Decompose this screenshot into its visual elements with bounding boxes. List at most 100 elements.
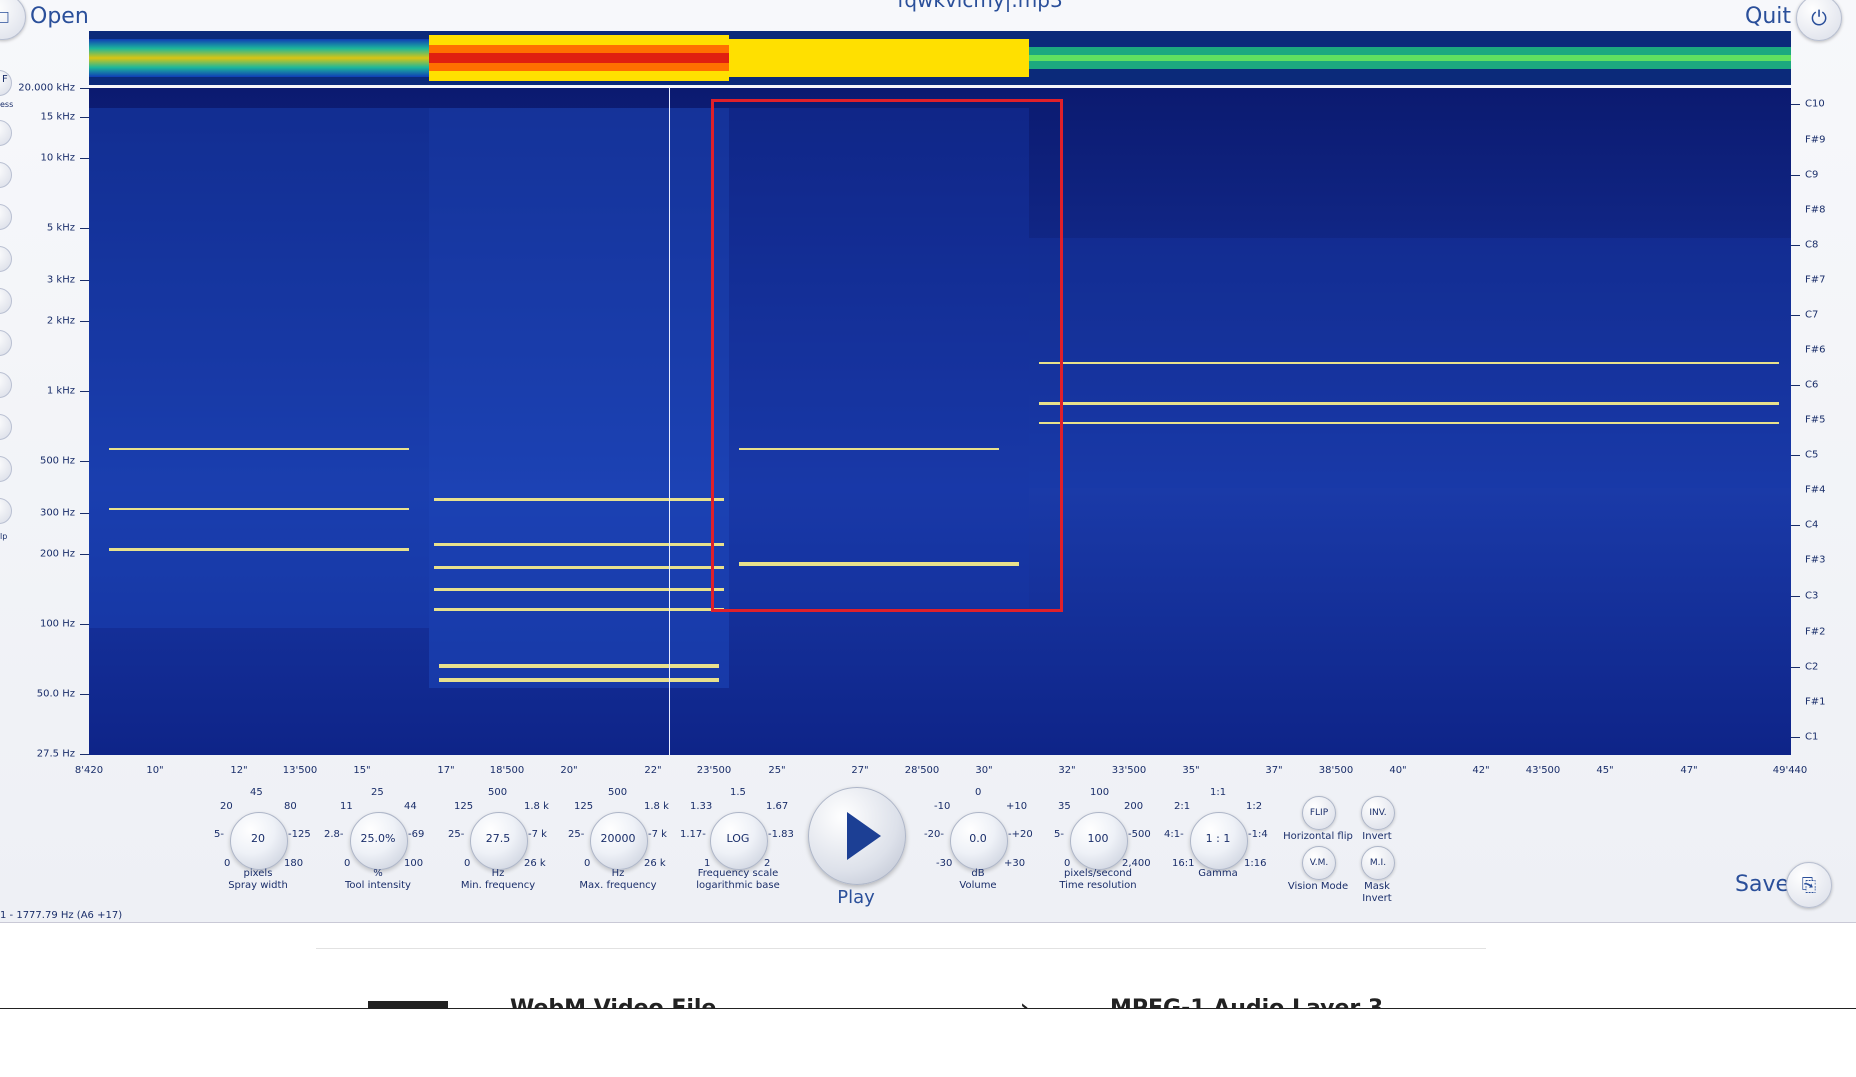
y-label: 15 kHz xyxy=(40,111,75,123)
x-label: 32" xyxy=(1058,765,1076,776)
tool-icon[interactable] xyxy=(0,414,12,440)
note-label: C5 xyxy=(1805,449,1819,461)
knob-mark: 25 xyxy=(371,787,384,798)
y-tick xyxy=(80,624,89,625)
knob-mark: -125 xyxy=(288,829,311,840)
x-label: 49'440 xyxy=(1772,765,1808,776)
horizontal-flip-button[interactable]: FLIP xyxy=(1302,796,1336,830)
y-tick xyxy=(80,280,89,281)
knob-mark: 1:1 xyxy=(1210,787,1227,798)
knob-name: Time resolution xyxy=(1059,880,1137,891)
note-label: F#8 xyxy=(1805,204,1826,216)
playhead-cursor[interactable] xyxy=(669,88,670,755)
x-label: 13'500 xyxy=(282,765,318,776)
knob-mark: 125 xyxy=(454,801,474,812)
quit-label[interactable]: Quit xyxy=(1745,4,1791,29)
note-tick xyxy=(1791,175,1800,176)
vision-mode-button[interactable]: V.M. xyxy=(1302,846,1336,880)
tool-icon[interactable] xyxy=(0,288,12,314)
mask-invert-button[interactable]: M.I. xyxy=(1361,846,1395,880)
y-label: 1 kHz xyxy=(46,385,75,397)
log-base-knob[interactable]: 1.33 1.5 1.67 1.17- -1.83 1 2 LOG Freque… xyxy=(678,787,798,907)
tool-intensity-knob[interactable]: 11 25 44 2.8- -69 0 100 25.0% % Tool int… xyxy=(318,787,438,907)
note-label: F#6 xyxy=(1805,344,1826,356)
note-label: C9 xyxy=(1805,169,1819,181)
note-label: C1 xyxy=(1805,731,1819,743)
knob-value: 0.0 xyxy=(969,832,987,845)
y-tick xyxy=(80,554,89,555)
y-tick xyxy=(80,754,89,755)
knob-name: logarithmic base xyxy=(696,880,780,891)
note-label: C4 xyxy=(1805,519,1819,531)
knob-mark: 20 xyxy=(220,801,233,812)
note-label: F#5 xyxy=(1805,414,1826,426)
note-tick xyxy=(1791,667,1800,668)
open-label[interactable]: Open xyxy=(30,4,89,29)
y-label: 10 kHz xyxy=(40,152,75,164)
time-resolution-knob[interactable]: 35 100 200 5- -500 0 2,400 100 pixels/se… xyxy=(1038,787,1158,907)
arrow-icon: › xyxy=(1020,996,1029,1008)
y-label: 100 Hz xyxy=(39,618,75,630)
tool-icon[interactable] xyxy=(0,246,12,272)
knob-mark: 35 xyxy=(1058,801,1071,812)
horizontal-flip-caption: Horizontal flip xyxy=(1283,831,1353,842)
tool-icon[interactable] xyxy=(0,204,12,230)
file-icon xyxy=(368,1001,448,1008)
y-tick xyxy=(80,461,89,462)
volume-knob[interactable]: -10 0 +10 -20- -+20 -30 +30 0.0 dB Volum… xyxy=(918,787,1038,907)
max-frequency-knob[interactable]: 125 500 1.8 k 25- -7 k 0 26 k 20000 Hz M… xyxy=(558,787,678,907)
tool-icon[interactable] xyxy=(0,456,12,482)
sidebar-label: ess xyxy=(0,100,14,109)
invert-caption: Invert xyxy=(1362,831,1392,842)
min-frequency-knob[interactable]: 125 500 1.8 k 25- -7 k 0 26 k 27.5 Hz Mi… xyxy=(438,787,558,907)
knob-name: Volume xyxy=(959,880,997,891)
note-label: C6 xyxy=(1805,379,1819,391)
mp3-file-link[interactable]: MPEG-1 Audio Layer 3 xyxy=(1110,996,1383,1008)
y-label: 200 Hz xyxy=(39,548,75,560)
spray-width-knob[interactable]: 20 45 80 5- -125 0 180 20 pixels Spray w… xyxy=(198,787,318,907)
knob-mark: -7 k xyxy=(528,829,547,840)
knob-name: Max. frequency xyxy=(579,880,657,891)
y-tick xyxy=(80,88,89,89)
tool-icon[interactable] xyxy=(0,120,12,146)
knob-name: Gamma xyxy=(1198,868,1238,879)
selection-rectangle[interactable] xyxy=(711,99,1063,612)
tool-icon[interactable] xyxy=(0,372,12,398)
knob-mark: 1:2 xyxy=(1246,801,1263,812)
y-label: 5 kHz xyxy=(46,222,75,234)
x-label: 47" xyxy=(1680,765,1698,776)
waveform-overview[interactable] xyxy=(89,31,1791,85)
note-label: F#2 xyxy=(1805,626,1826,638)
knob-mark: 25- xyxy=(448,829,465,840)
knob-unit: dB xyxy=(971,868,985,879)
knob-value: 27.5 xyxy=(485,832,511,845)
gamma-knob[interactable]: 2:1 1:1 1:2 4:1- -1:4 16:1 1:16 1 : 1 Ga… xyxy=(1158,787,1278,907)
knob-mark: 125 xyxy=(574,801,594,812)
save-button[interactable]: ⎘ xyxy=(1786,862,1832,908)
knob-value: 25.0% xyxy=(360,832,396,845)
knob-mark: 500 xyxy=(488,787,508,798)
save-label[interactable]: Save xyxy=(1735,872,1789,897)
x-label: 28'500 xyxy=(904,765,940,776)
play-button[interactable] xyxy=(808,787,906,885)
tool-icon[interactable] xyxy=(0,162,12,188)
note-label: C7 xyxy=(1805,309,1819,321)
x-label: 10" xyxy=(146,765,164,776)
quit-button[interactable]: ⏻ xyxy=(1796,0,1842,41)
knob-mark: 25- xyxy=(568,829,585,840)
webm-file-link[interactable]: WebM Video File xyxy=(510,996,716,1008)
tool-icon[interactable] xyxy=(0,330,12,356)
note-tick xyxy=(1791,455,1800,456)
y-label: 3 kHz xyxy=(46,274,75,286)
mask-invert-btn-text: M.I. xyxy=(1369,858,1387,868)
play-label: Play xyxy=(837,887,875,908)
open-button[interactable]: □ xyxy=(0,0,26,40)
note-tick xyxy=(1791,104,1800,105)
x-label: 12" xyxy=(230,765,248,776)
invert-button[interactable]: INV. xyxy=(1361,796,1395,830)
knob-unit: pixels xyxy=(243,868,273,879)
note-label: C3 xyxy=(1805,590,1819,602)
y-tick xyxy=(80,391,89,392)
note-label: F#1 xyxy=(1805,696,1826,708)
tool-icon[interactable] xyxy=(0,498,12,524)
